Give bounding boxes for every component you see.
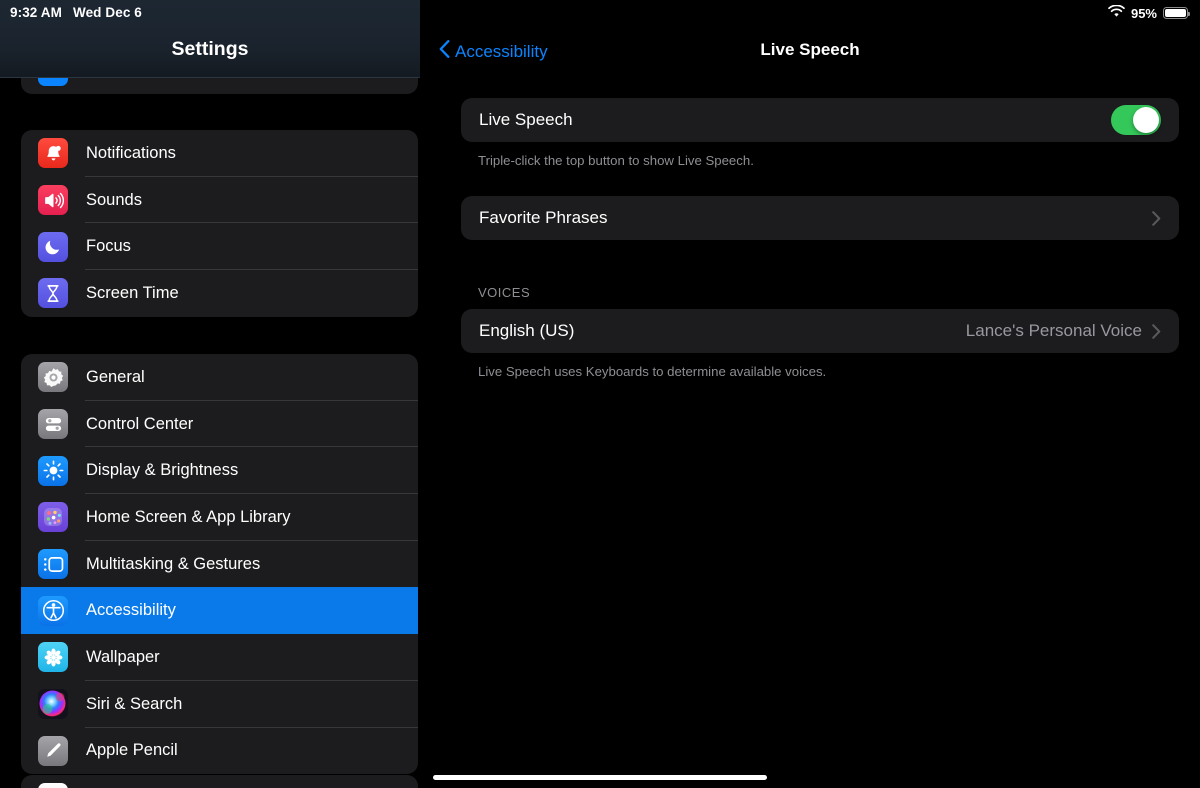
battery-percent-label: 95% — [1130, 5, 1157, 21]
sidebar-item-control-center[interactable]: Control Center — [21, 401, 418, 448]
sidebar-item-label: Sounds — [86, 190, 142, 209]
live-speech-toggle[interactable] — [1111, 105, 1161, 135]
sidebar-item-label: Focus — [86, 237, 131, 256]
sidebar-item-siri-search[interactable]: Siri & Search — [21, 681, 418, 728]
sidebar-item-label: Notifications — [86, 143, 176, 162]
wifi-icon — [1108, 4, 1125, 21]
siri-icon — [38, 689, 68, 720]
sidebar-item-general[interactable]: General — [21, 354, 418, 401]
voices-card: English (US) Lance's Personal Voice — [461, 309, 1179, 353]
status-bar-left: 9:32 AM Wed Dec 6 — [10, 5, 142, 20]
sidebar-item-notifications[interactable]: Notifications — [21, 130, 418, 177]
hourglass-icon — [38, 278, 68, 309]
live-speech-row[interactable]: Live Speech — [461, 98, 1179, 142]
chevron-right-icon — [1152, 210, 1161, 226]
pencil-icon — [38, 735, 68, 766]
sidebar-item-label: General — [86, 367, 145, 386]
favorite-phrases-label: Favorite Phrases — [479, 208, 608, 227]
speaker-wave-icon — [38, 185, 68, 216]
sidebar-item-label: Accessibility — [86, 601, 176, 620]
sliders-icon — [38, 409, 68, 440]
sidebar-item-label: Home Screen & App Library — [86, 507, 291, 526]
sidebar-item-apple-pencil[interactable]: Apple Pencil — [21, 728, 418, 775]
sidebar-item-label: Multitasking & Gestures — [86, 554, 261, 573]
voice-row-english-us[interactable]: English (US) Lance's Personal Voice — [461, 309, 1179, 353]
voices-footnote: Live Speech uses Keyboards to determine … — [478, 364, 827, 379]
voice-value: Lance's Personal Voice — [965, 321, 1142, 340]
sidebar-item-label: Wallpaper — [86, 647, 160, 666]
detail-pane: Accessibility Live Speech Live Speech Tr… — [420, 0, 1200, 788]
wallpaper-icon — [38, 642, 68, 673]
sidebar-item-multitasking-gestures[interactable]: Multitasking & Gestures — [21, 541, 418, 588]
app-grid-icon — [38, 502, 68, 533]
sidebar-item-screen-time[interactable]: Screen Time — [21, 270, 418, 317]
sidebar-item-display-brightness[interactable]: Display & Brightness — [21, 447, 418, 495]
sidebar-item-label: Siri & Search — [86, 694, 183, 713]
sidebar-item-home-screen-app-library[interactable]: Home Screen & App Library — [21, 494, 418, 541]
sidebar-group-group-alerts: Notifications Sounds Focus Screen Time — [21, 130, 418, 317]
sidebar-group-group-system: General Control Center Display & Brightnes… — [21, 354, 418, 775]
sidebar-item-label: Apple Pencil — [86, 741, 178, 760]
settings-sidebar: Notifications Sounds Focus Screen Time Gener… — [0, 0, 420, 788]
sidebar-group-partial-bottom[interactable] — [21, 775, 418, 788]
page-title: Settings — [171, 38, 249, 60]
live-speech-label: Live Speech — [479, 110, 573, 129]
generic-white-icon — [38, 783, 68, 788]
voices-section-header: VOICES — [478, 285, 531, 300]
gear-icon — [38, 362, 68, 393]
sidebar-item-label: Control Center — [86, 414, 194, 433]
status-time: 9:32 AM — [10, 5, 62, 20]
sidebar-item-accessibility[interactable]: Accessibility — [21, 587, 418, 635]
status-date: Wed Dec 6 — [72, 5, 142, 20]
voice-language-label: English (US) — [479, 321, 575, 340]
accessibility-icon — [38, 595, 68, 626]
ipad-settings-screen: Notifications Sounds Focus Screen Time Gener… — [0, 0, 1200, 788]
moon-icon — [38, 231, 68, 262]
multitasking-icon — [38, 549, 68, 580]
chevron-right-icon — [1152, 323, 1161, 339]
sidebar-nav-bar: 9:32 AM Wed Dec 6 Settings — [0, 0, 420, 78]
bell-icon — [38, 138, 68, 169]
brightness-icon — [38, 455, 68, 486]
sidebar-item-wallpaper[interactable]: Wallpaper — [21, 634, 418, 681]
sidebar-item-focus[interactable]: Focus — [21, 223, 418, 271]
live-speech-footnote: Triple-click the top button to show Live… — [478, 153, 754, 168]
sidebar-item-label: Display & Brightness — [86, 461, 239, 480]
live-speech-card: Live Speech — [461, 98, 1179, 142]
favorite-phrases-card: Favorite Phrases — [461, 196, 1179, 240]
detail-title: Live Speech — [760, 40, 860, 59]
sidebar-item-label: Screen Time — [86, 283, 179, 302]
detail-nav-bar: Accessibility Live Speech — [420, 0, 1200, 78]
sidebar-item-partial[interactable] — [21, 775, 418, 788]
status-bar-right: 95% — [1108, 4, 1191, 21]
home-indicator[interactable] — [433, 775, 767, 780]
battery-icon — [1163, 7, 1191, 19]
sidebar-item-sounds[interactable]: Sounds — [21, 177, 418, 224]
toggle-knob — [1133, 107, 1159, 133]
favorite-phrases-row[interactable]: Favorite Phrases — [461, 196, 1179, 240]
